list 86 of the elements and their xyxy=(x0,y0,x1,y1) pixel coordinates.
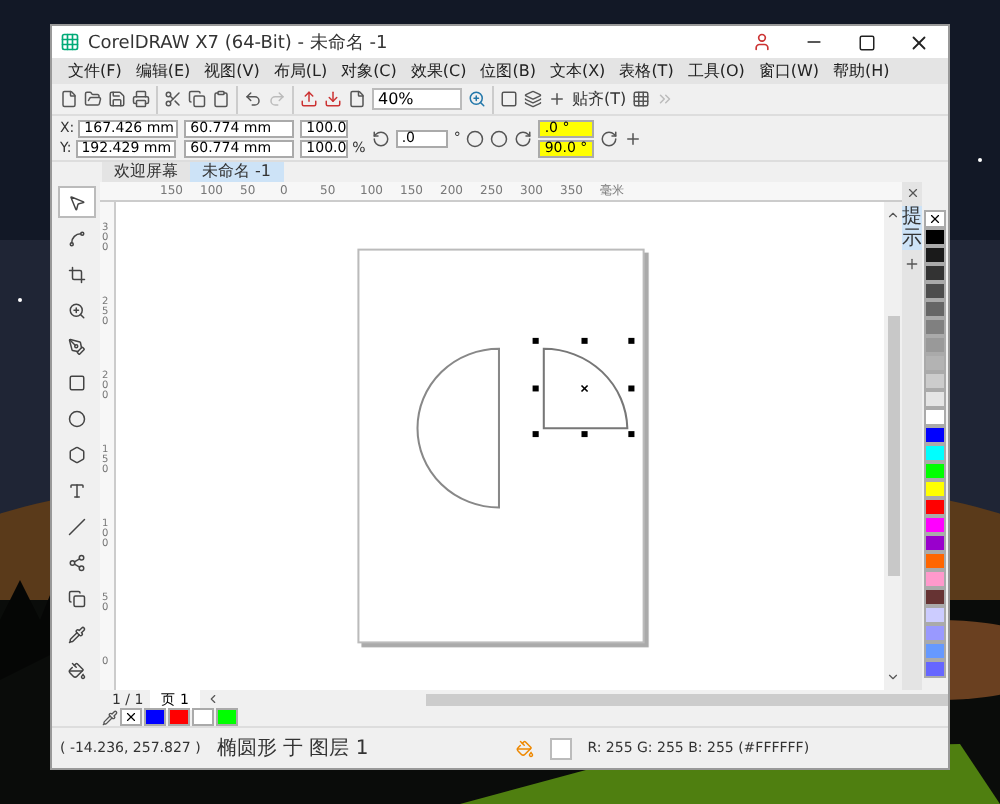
print-icon[interactable] xyxy=(132,90,150,108)
menu-item[interactable]: 位图(B) xyxy=(476,60,540,82)
color-swatch[interactable] xyxy=(168,708,190,726)
scroll-up-icon[interactable] xyxy=(886,208,900,222)
scroll-down-icon[interactable] xyxy=(886,670,900,684)
center-mark-icon xyxy=(580,384,589,393)
hints-tab[interactable]: 提示 xyxy=(902,206,922,250)
selection-handle[interactable] xyxy=(628,337,635,344)
zoom-icon[interactable] xyxy=(468,90,486,108)
no-color-swatch[interactable] xyxy=(924,210,946,228)
color-swatch[interactable] xyxy=(924,480,946,498)
color-swatch[interactable] xyxy=(144,708,166,726)
rotate-icon[interactable] xyxy=(371,129,390,147)
menu-item[interactable]: 效果(C) xyxy=(406,60,471,82)
color-swatch[interactable] xyxy=(924,372,946,390)
color-swatch[interactable] xyxy=(924,444,946,462)
color-swatch[interactable] xyxy=(924,354,946,372)
document-tab[interactable]: 未命名 -1 xyxy=(190,162,284,182)
menu-item[interactable]: 表格(T) xyxy=(615,60,678,82)
selection-handle[interactable] xyxy=(532,431,539,438)
color-swatch[interactable] xyxy=(924,336,946,354)
new-document-icon[interactable] xyxy=(60,90,78,108)
app-logo-icon xyxy=(60,32,80,52)
color-swatch[interactable] xyxy=(924,462,946,480)
menu-item[interactable]: 窗口(W) xyxy=(754,60,824,82)
horizontal-scrollbar[interactable] xyxy=(426,693,948,705)
eyedropper-icon[interactable] xyxy=(102,709,118,725)
window-title: CorelDRAW X7 (64-Bit) - 未命名 -1 xyxy=(88,31,390,55)
selection-handle[interactable] xyxy=(532,385,539,392)
ellipse-icon[interactable] xyxy=(466,129,485,147)
scroll-left-icon[interactable] xyxy=(206,692,221,706)
color-swatch[interactable] xyxy=(924,642,946,660)
selection-handle[interactable] xyxy=(628,431,635,438)
color-swatch[interactable] xyxy=(192,708,214,726)
menu-item[interactable]: 文件(F) xyxy=(64,60,126,82)
menu-item[interactable]: 文本(X) xyxy=(545,60,610,82)
save-icon[interactable] xyxy=(108,90,126,108)
color-swatch[interactable] xyxy=(924,426,946,444)
undo-icon[interactable] xyxy=(244,90,262,108)
object-info: 椭圆形 于 图层 1 xyxy=(216,735,369,762)
color-swatch[interactable] xyxy=(924,408,946,426)
color-swatch[interactable] xyxy=(924,588,946,606)
menu-item[interactable]: 编辑(E) xyxy=(131,60,195,82)
color-swatch[interactable] xyxy=(924,318,946,336)
color-swatch[interactable] xyxy=(924,552,946,570)
color-swatch[interactable] xyxy=(924,624,946,642)
scrollbar-thumb[interactable] xyxy=(887,316,899,576)
color-swatch[interactable] xyxy=(924,570,946,588)
selection-handle[interactable] xyxy=(628,385,635,392)
color-swatch[interactable] xyxy=(924,300,946,318)
color-swatch[interactable] xyxy=(924,264,946,282)
zoom-dropdown[interactable]: 40% xyxy=(372,88,462,110)
add-icon[interactable] xyxy=(904,256,920,272)
menu-item[interactable]: 帮助(H) xyxy=(829,60,894,82)
color-swatch[interactable] xyxy=(924,660,946,678)
menu-item[interactable]: 视图(V) xyxy=(200,60,264,82)
color-swatch[interactable] xyxy=(924,516,946,534)
user-icon[interactable] xyxy=(752,32,772,52)
no-color-swatch[interactable] xyxy=(120,708,142,726)
export-icon[interactable] xyxy=(324,90,342,108)
color-swatch[interactable] xyxy=(216,708,238,726)
maximize-icon[interactable] xyxy=(857,33,875,51)
color-swatch[interactable] xyxy=(924,534,946,552)
open-folder-icon[interactable] xyxy=(84,90,102,108)
close-icon[interactable] xyxy=(907,31,929,53)
import-icon[interactable] xyxy=(300,90,318,108)
color-swatch[interactable] xyxy=(924,246,946,264)
snap-button[interactable]: 贴齐(T) xyxy=(572,88,627,110)
color-swatch[interactable] xyxy=(924,498,946,516)
color-swatch[interactable] xyxy=(924,606,946,624)
menu-item[interactable]: 工具(O) xyxy=(683,60,749,82)
cut-icon[interactable] xyxy=(164,90,182,108)
pointer-icon[interactable] xyxy=(57,186,95,218)
menu-item[interactable]: 对象(C) xyxy=(337,60,401,82)
selection-handle[interactable] xyxy=(532,337,539,344)
fill-color-swatch xyxy=(549,737,572,759)
copy-icon[interactable] xyxy=(188,90,206,108)
add-icon[interactable] xyxy=(624,129,643,147)
menu-item[interactable]: 布局(L) xyxy=(269,60,332,82)
selection-handle[interactable] xyxy=(581,337,588,344)
document-tab[interactable]: 欢迎屏幕 xyxy=(102,162,190,182)
paste-icon[interactable] xyxy=(212,90,230,108)
selection-handle[interactable] xyxy=(581,431,588,438)
color-swatch[interactable] xyxy=(924,228,946,246)
color-swatch[interactable] xyxy=(924,390,946,408)
color-swatch[interactable] xyxy=(924,282,946,300)
